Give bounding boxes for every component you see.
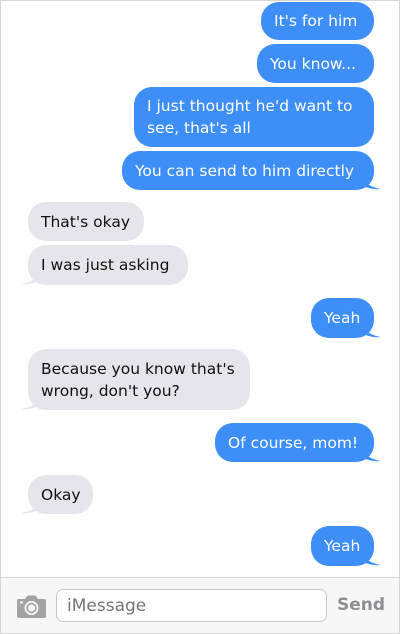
message-bubble-sent: I just thought he'd want to see, that's … — [134, 87, 374, 147]
bubble-tail-icon — [361, 172, 381, 190]
message-text: I just thought he'd want to see, that's … — [147, 97, 353, 137]
message-text: You can send to him directly — [135, 161, 355, 180]
message-composer: Send — [1, 577, 399, 633]
bubble-tail-icon — [21, 496, 41, 514]
bubble-tail-icon — [21, 267, 41, 285]
bubble-tail-icon — [21, 392, 41, 410]
message-bubble-sent: Of course, mom! — [215, 423, 381, 462]
message-bubble-sent: You know... — [257, 44, 374, 83]
message-bubble-sent: Yeah — [311, 526, 381, 566]
message-text: It's for him — [274, 12, 358, 30]
message-bubble-sent: It's for him — [261, 2, 374, 40]
message-text: Yeah — [324, 537, 361, 555]
message-text: Of course, mom! — [228, 433, 359, 452]
bubble-tail-icon — [361, 548, 381, 566]
camera-icon[interactable] — [16, 594, 47, 619]
message-bubble-received: That's okay — [28, 202, 144, 241]
message-input[interactable] — [56, 589, 327, 622]
message-text: That's okay — [41, 212, 130, 231]
message-thread: It's for him You know... I just thought … — [1, 1, 399, 577]
bubble-tail-icon — [361, 444, 381, 462]
message-bubble-received: I was just asking — [21, 245, 188, 285]
message-bubble-sent: You can send to him directly — [122, 151, 381, 190]
message-text: I was just asking — [41, 256, 170, 274]
message-text: You know... — [270, 54, 356, 73]
messages-screen: It's for him You know... I just thought … — [0, 0, 400, 634]
message-text: Yeah — [324, 309, 361, 327]
message-text: Because you know that's wrong, don't you… — [41, 359, 235, 400]
bubble-tail-icon — [361, 320, 381, 338]
message-bubble-sent: Yeah — [311, 298, 381, 338]
message-bubble-received: Because you know that's wrong, don't you… — [21, 349, 250, 410]
message-text: Okay — [41, 485, 81, 504]
send-button[interactable]: Send — [337, 595, 385, 615]
message-bubble-received: Okay — [21, 475, 93, 514]
